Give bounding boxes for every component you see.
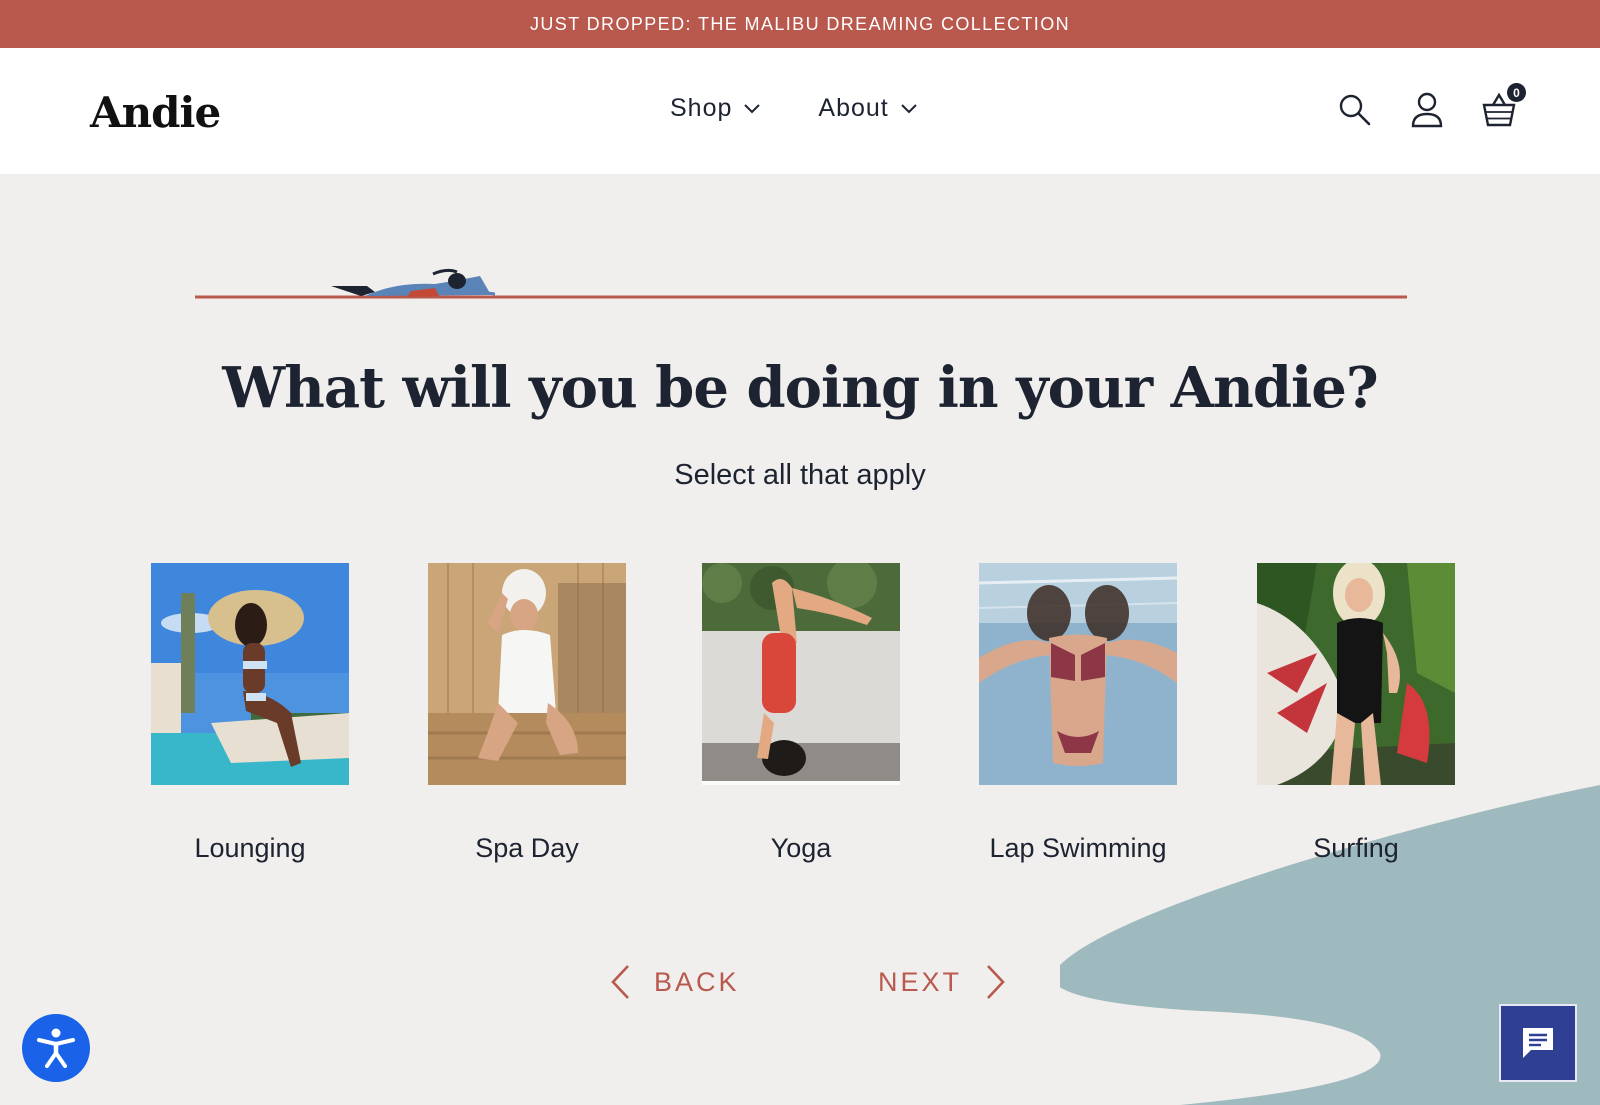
next-label: NEXT — [878, 966, 963, 997]
swimmer-icon — [331, 268, 496, 297]
announcement-text[interactable]: JUST DROPPED: THE MALIBU DREAMING COLLEC… — [530, 14, 1070, 35]
option-label: Yoga — [770, 833, 832, 863]
nav-shop-label: Shop — [670, 94, 733, 122]
chevron-right-icon — [987, 965, 1005, 999]
back-label: BACK — [654, 966, 740, 997]
chat-button[interactable] — [1499, 1004, 1577, 1082]
cart-count-badge: 0 — [1507, 83, 1526, 102]
option-label: Spa Day — [475, 833, 579, 863]
nav-about[interactable]: About — [818, 94, 917, 123]
search-icon — [1339, 94, 1371, 126]
back-button[interactable]: BACK — [610, 964, 740, 1000]
quiz-title: What will you be doing in your Andie? — [222, 355, 1378, 421]
chevron-left-icon — [611, 965, 629, 999]
next-button[interactable]: NEXT — [878, 964, 1006, 1000]
option-label: Lounging — [194, 833, 306, 863]
option-spa-day[interactable]: Spa Day — [428, 563, 626, 863]
header-icons: 0 — [1338, 83, 1526, 128]
main-nav: Shop About — [670, 94, 917, 123]
option-lap-swimming[interactable]: Lap Swimming — [978, 563, 1178, 863]
option-photo — [151, 563, 349, 785]
chat-icon — [1523, 1028, 1553, 1058]
nav-about-label: About — [818, 94, 889, 122]
option-yoga[interactable]: Yoga — [702, 558, 900, 863]
quiz-subtitle: Select all that apply — [674, 459, 926, 491]
option-label: Surfing — [1313, 833, 1399, 863]
option-lounging[interactable]: Lounging — [151, 563, 349, 863]
option-photo — [702, 558, 900, 785]
quiz-progress — [195, 268, 1407, 299]
chevron-down-icon — [901, 103, 917, 113]
account-icon — [1411, 92, 1443, 128]
search-button[interactable] — [1338, 92, 1372, 128]
option-photo — [428, 563, 626, 785]
site-header: Andie Shop About 0 — [0, 48, 1600, 174]
chevron-down-icon — [744, 103, 761, 113]
option-photo — [1257, 559, 1455, 785]
account-button[interactable] — [1410, 92, 1444, 128]
logo[interactable]: Andie — [90, 88, 221, 137]
option-surfing[interactable]: Surfing — [1257, 559, 1455, 863]
cart-button[interactable]: 0 — [1482, 83, 1526, 128]
nav-shop[interactable]: Shop — [670, 94, 761, 123]
option-photo — [978, 563, 1178, 785]
accessibility-icon — [37, 1028, 75, 1068]
announcement-bar[interactable]: JUST DROPPED: THE MALIBU DREAMING COLLEC… — [0, 0, 1600, 48]
option-label: Lap Swimming — [989, 833, 1167, 863]
accessibility-button[interactable] — [22, 1014, 90, 1082]
